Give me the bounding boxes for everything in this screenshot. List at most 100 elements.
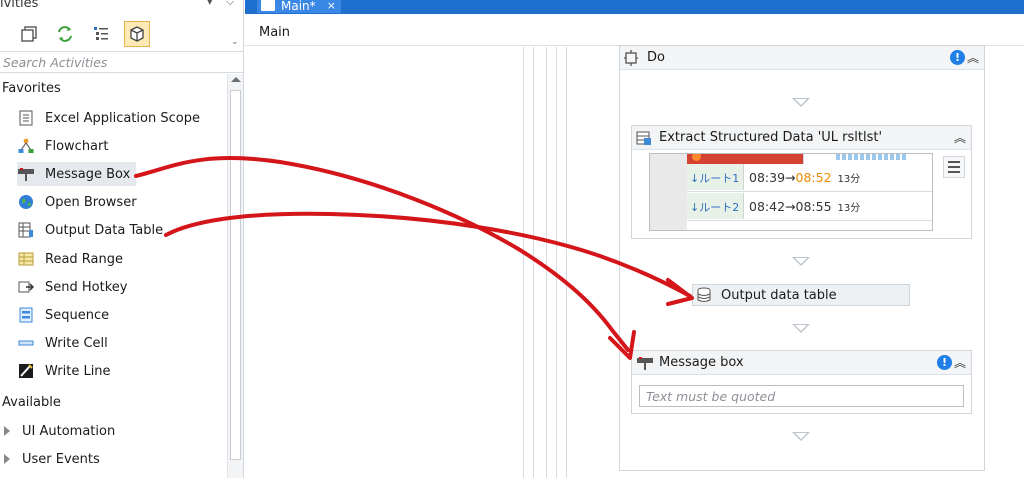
extract-structured-data-activity[interactable]: Extract Structured Data 'UL rsltlst' ︽ ↓… <box>631 125 972 239</box>
activities-panel: ivities ▾ ⌵ ⌄ Search Activities Favorite… <box>0 0 244 478</box>
extracted-page-preview: ↓ルート1 08:39→ 08:52 13分 ↓ルート2 08:42→ 08:5… <box>649 153 933 231</box>
activity-label: Write Cell <box>45 335 108 351</box>
drop-target-arrow-icon[interactable] <box>792 257 810 266</box>
activity-open-browser[interactable]: Open Browser <box>17 190 143 214</box>
arrive-time: 08:52 <box>795 170 832 185</box>
activity-sequence[interactable]: Sequence <box>17 303 115 327</box>
message-box-header[interactable]: Message box ! ︽ <box>632 351 971 375</box>
activities-scrollbar[interactable] <box>227 74 243 478</box>
do-header[interactable]: Do ! ︽ <box>620 46 984 70</box>
hamburger-menu-icon[interactable] <box>943 156 965 178</box>
scroll-thumb[interactable] <box>230 90 241 460</box>
activity-label: Read Range <box>45 251 123 267</box>
category-label: UI Automation <box>22 423 116 439</box>
route-row: ↓ルート2 08:42→ 08:55 13分 <box>687 193 932 221</box>
duration: 13分 <box>837 203 861 214</box>
activity-send-hotkey[interactable]: Send Hotkey <box>17 275 133 299</box>
message-box-activity[interactable]: Message box ! ︽ Text must be quoted <box>631 350 972 414</box>
expand-arrow-icon <box>4 426 10 436</box>
esd-header[interactable]: Extract Structured Data 'UL rsltlst' ︽ <box>632 126 971 150</box>
data-table-icon <box>17 221 35 239</box>
sequence-border-line <box>533 47 534 478</box>
activity-label: Write Line <box>45 363 111 379</box>
list-icon <box>94 27 108 40</box>
available-header[interactable]: Available <box>2 395 61 410</box>
activity-output-data-table[interactable]: Output Data Table <box>17 218 169 242</box>
esd-title: Extract Structured Data 'UL rsltlst' <box>659 130 883 145</box>
scroll-up-icon[interactable] <box>231 77 241 82</box>
depart-time: 08:39→ <box>749 170 796 185</box>
route-row: ↓ルート1 08:39→ 08:52 13分 <box>687 164 932 192</box>
drop-target-arrow-icon[interactable] <box>792 98 810 107</box>
expand-arrow-icon <box>4 454 10 464</box>
collapse-icon[interactable]: ︽ <box>954 354 966 371</box>
warning-info-icon[interactable]: ! <box>937 355 952 370</box>
do-icon <box>624 49 642 66</box>
extract-data-icon <box>636 130 654 146</box>
collapse-icon[interactable]: ︽ <box>954 129 966 146</box>
list-view-button[interactable] <box>88 21 114 47</box>
package-icon <box>130 26 144 42</box>
globe-icon <box>17 193 35 211</box>
toolbar-overflow-icon[interactable]: ⌄ <box>231 37 239 47</box>
drop-target-arrow-icon[interactable] <box>792 432 810 441</box>
document-tab-bar <box>245 0 1024 14</box>
sequence-border-line <box>546 47 547 478</box>
message-box-icon <box>17 165 35 183</box>
search-activities-input[interactable]: Search Activities <box>0 51 243 73</box>
favorites-header[interactable]: Favorites <box>2 81 61 96</box>
tab-label: Main* <box>281 0 316 13</box>
route-label: ↓ルート2 <box>690 200 740 214</box>
drop-target-arrow-icon[interactable] <box>792 324 810 333</box>
activity-read-range[interactable]: Read Range <box>17 247 129 271</box>
do-title: Do <box>647 50 665 65</box>
collapse-icon[interactable]: ︽ <box>967 49 979 66</box>
uipath-studio-window: ivities ▾ ⌵ ⌄ Search Activities Favorite… <box>0 0 1024 478</box>
refresh-icon <box>58 26 72 42</box>
flowchart-icon <box>17 137 35 155</box>
favorites-filter-button[interactable] <box>124 21 150 47</box>
read-range-icon <box>17 250 35 268</box>
message-box-title: Message box <box>659 355 744 370</box>
workflow-file-icon <box>261 0 275 11</box>
breadcrumb[interactable]: Main <box>259 25 290 40</box>
preview-gutter <box>650 154 687 230</box>
activity-label: Send Hotkey <box>45 279 128 295</box>
breadcrumb-bar: Main <box>245 14 1024 46</box>
expand-all-icon <box>21 26 37 42</box>
activity-excel-application-scope[interactable]: Excel Application Scope <box>17 106 206 130</box>
sequence-border-line <box>566 47 567 478</box>
tab-main[interactable]: Main* × <box>257 0 341 13</box>
pin-icon[interactable]: ⌵ <box>226 0 234 9</box>
activity-write-cell[interactable]: Write Cell <box>17 331 114 355</box>
output-title: Output data table <box>721 287 837 303</box>
panel-title: ivities <box>0 0 39 11</box>
close-icon[interactable]: × <box>327 0 336 12</box>
activity-label: Message Box <box>45 166 131 182</box>
activity-label: Output Data Table <box>45 222 164 238</box>
panel-menu-icon[interactable]: ▾ <box>207 0 213 8</box>
activity-write-line[interactable]: Write Line <box>17 359 117 383</box>
activity-label: Sequence <box>45 307 110 323</box>
output-data-table-activity[interactable]: Output data table <box>692 284 910 306</box>
activity-message-box[interactable]: Message Box <box>17 162 137 186</box>
warning-info-icon[interactable]: ! <box>950 50 965 65</box>
category-label: User Events <box>22 451 100 467</box>
activities-toolbar <box>16 21 150 47</box>
sequence-border-line <box>556 47 557 478</box>
excel-scope-icon <box>17 109 35 127</box>
activity-label: Flowchart <box>45 138 109 154</box>
data-table-icon <box>697 287 715 303</box>
message-text-input[interactable]: Text must be quoted <box>639 385 964 407</box>
write-line-icon <box>17 362 35 380</box>
duration: 13分 <box>837 174 861 185</box>
category-user-events[interactable]: User Events <box>4 448 100 470</box>
expand-all-button[interactable] <box>16 21 42 47</box>
sequence-border-line <box>523 47 524 478</box>
write-cell-icon <box>17 334 35 352</box>
category-ui-automation[interactable]: UI Automation <box>4 420 115 442</box>
depart-time: 08:42→ <box>749 199 796 214</box>
route-label: ↓ルート1 <box>690 171 740 185</box>
refresh-button[interactable] <box>52 21 78 47</box>
activity-flowchart[interactable]: Flowchart <box>17 134 114 158</box>
